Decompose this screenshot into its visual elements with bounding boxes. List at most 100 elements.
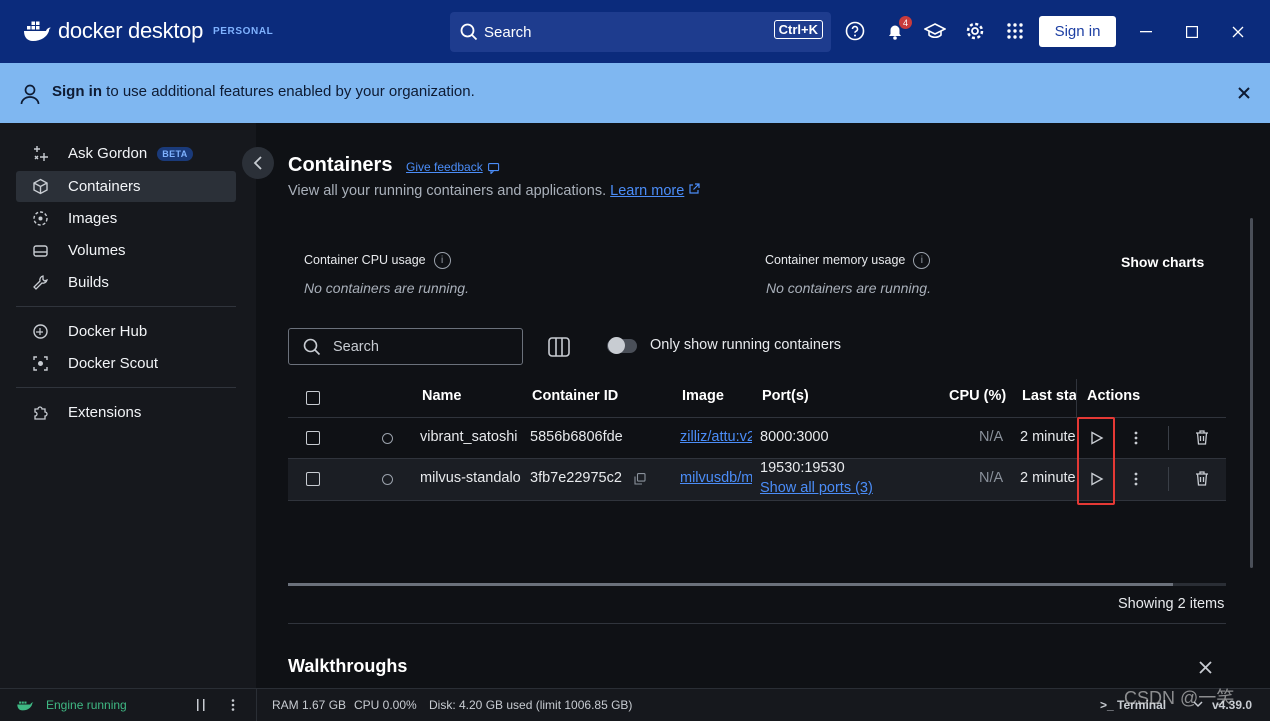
watermark: CSDN @一笑 (1124, 688, 1235, 708)
search-icon (460, 23, 478, 41)
banner-sign-in-link[interactable]: Sign in (52, 83, 102, 100)
sidebar-item-volumes[interactable]: Volumes (16, 235, 236, 266)
title-bar: docker desktop PERSONAL Search Ctrl+K 4 … (0, 0, 1270, 63)
notification-badge: 4 (899, 16, 912, 29)
memory-usage-text: Container memory usage (765, 252, 906, 267)
help-icon[interactable] (844, 20, 866, 42)
global-search[interactable]: Search Ctrl+K (450, 12, 831, 52)
search-icon (303, 338, 321, 355)
action-divider (1168, 426, 1169, 450)
container-search-input[interactable]: Search (288, 328, 523, 365)
header-image[interactable]: Image (682, 388, 724, 404)
header-ports[interactable]: Port(s) (762, 388, 809, 404)
volumes-icon (33, 245, 48, 257)
port-mapping: 19530:19530 (760, 460, 845, 476)
row-checkbox[interactable] (306, 472, 320, 486)
copy-icon[interactable] (634, 473, 646, 485)
scout-icon (33, 356, 48, 371)
sidebar-item-containers[interactable]: Containers (16, 171, 236, 202)
learn-more-link[interactable]: Learn more (610, 183, 684, 199)
collapse-sidebar-button[interactable] (242, 147, 274, 179)
only-running-label: Only show running containers (650, 337, 842, 353)
cpu-value: N/A (979, 429, 1004, 445)
container-name-link[interactable]: milvus-standalo (420, 470, 522, 486)
sidebar-divider (16, 306, 236, 307)
walkthroughs-heading: Walkthroughs (288, 656, 408, 676)
engine-status[interactable]: Engine running (46, 698, 127, 712)
close-icon[interactable] (1228, 22, 1248, 42)
cpu-value: N/A (979, 470, 1004, 486)
close-walkthroughs-icon[interactable] (1199, 661, 1212, 674)
pause-icon[interactable] (196, 699, 206, 711)
sidebar-item-ask-gordon[interactable]: Ask Gordon BETA (16, 138, 236, 169)
beta-badge: BETA (157, 146, 193, 161)
sparkle-icon (34, 146, 48, 161)
sign-in-banner: Sign in to use additional features enabl… (0, 63, 1270, 123)
sidebar-item-builds[interactable]: Builds (16, 267, 236, 298)
container-name-link[interactable]: vibrant_satoshi (420, 429, 522, 445)
sidebar: Ask Gordon BETA Containers Images Volume… (0, 123, 256, 688)
status-stopped-icon (382, 433, 393, 444)
show-charts-button[interactable]: Show charts (1121, 254, 1204, 270)
sidebar-item-docker-hub[interactable]: Docker Hub (16, 316, 236, 347)
images-icon (33, 211, 48, 226)
close-banner-icon[interactable] (1238, 87, 1250, 99)
select-all-checkbox[interactable] (306, 391, 320, 405)
more-vert-icon[interactable] (1134, 431, 1138, 445)
sidebar-item-images[interactable]: Images (16, 203, 236, 234)
highlight-annotation (1077, 417, 1115, 505)
container-id: 5856b6806fde (530, 429, 623, 445)
minimize-icon[interactable] (1136, 22, 1156, 42)
sidebar-item-label: Ask Gordon (68, 145, 148, 162)
item-count: Showing 2 items (1118, 596, 1225, 612)
only-running-toggle[interactable] (607, 337, 637, 354)
header-last-started[interactable]: Last star (1022, 388, 1077, 404)
header-cpu[interactable]: CPU (%) (949, 388, 1006, 404)
wrench-icon (33, 275, 48, 290)
vertical-scrollbar[interactable] (1250, 218, 1253, 568)
learning-icon[interactable] (924, 20, 946, 42)
puzzle-icon (34, 406, 48, 420)
row-checkbox[interactable] (306, 431, 320, 445)
sidebar-item-label: Images (68, 210, 118, 227)
memory-usage-label: Container memory usage i (765, 252, 931, 269)
sidebar-item-label: Volumes (68, 242, 126, 259)
docker-logo: docker desktop (22, 18, 203, 44)
horizontal-scrollbar-thumb[interactable] (288, 583, 1173, 586)
trash-icon[interactable] (1195, 430, 1209, 445)
disk-usage: Disk: 4.20 GB used (limit 1006.85 GB) (429, 698, 633, 712)
container-id: 3fb7e22975c2 (530, 470, 622, 486)
gear-icon[interactable] (964, 20, 986, 42)
shortcut-hint: Ctrl+K (773, 20, 823, 39)
header-container-id[interactable]: Container ID (532, 388, 618, 404)
page-subtitle: View all your running containers and app… (288, 183, 700, 199)
sidebar-item-label: Containers (68, 178, 141, 195)
more-vert-icon[interactable] (231, 699, 235, 711)
footer-divider (256, 689, 257, 721)
subtitle-text: View all your running containers and app… (288, 183, 607, 199)
sidebar-item-docker-scout[interactable]: Docker Scout (16, 348, 236, 379)
image-link[interactable]: milvusdb/mi (680, 470, 752, 486)
sidebar-divider (16, 387, 236, 388)
sign-in-button[interactable]: Sign in (1039, 16, 1116, 47)
global-search-label: Search (484, 23, 532, 41)
info-icon[interactable]: i (433, 252, 451, 269)
external-link-icon (689, 183, 700, 194)
whale-icon (17, 701, 34, 711)
sidebar-item-label: Builds (68, 274, 109, 291)
show-all-ports-link[interactable]: Show all ports (3) (760, 480, 873, 496)
give-feedback-link[interactable]: Give feedback (406, 160, 483, 174)
maximize-icon[interactable] (1182, 22, 1202, 42)
cpu-usage-value: No containers are running. (304, 280, 469, 296)
image-link[interactable]: zilliz/attu:v2 (680, 429, 752, 445)
header-name[interactable]: Name (422, 388, 462, 404)
columns-icon[interactable] (547, 336, 571, 358)
trash-icon[interactable] (1195, 471, 1209, 486)
more-vert-icon[interactable] (1134, 472, 1138, 486)
chevron-left-icon (253, 156, 262, 170)
apps-grid-icon[interactable] (1004, 20, 1026, 42)
info-icon[interactable]: i (913, 252, 931, 269)
sidebar-item-extensions[interactable]: Extensions (16, 397, 236, 428)
hub-icon (33, 324, 48, 339)
sidebar-item-label: Docker Hub (68, 323, 148, 340)
